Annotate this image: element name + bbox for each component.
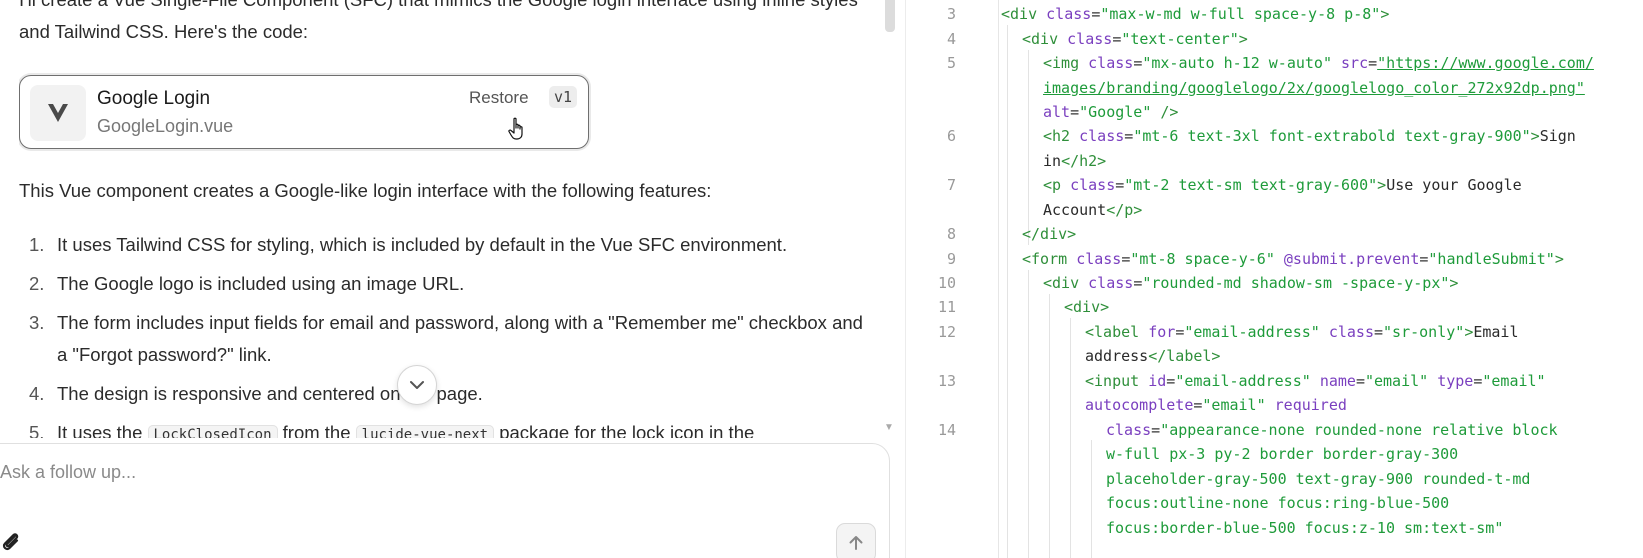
line-number: 10 xyxy=(937,274,956,292)
indent-guide xyxy=(1028,270,1029,558)
line-number: 4 xyxy=(946,30,956,48)
scroll-down-button[interactable] xyxy=(397,365,437,405)
send-button[interactable] xyxy=(836,523,876,558)
line-number: 5 xyxy=(946,54,956,72)
feature-list: 1. It uses Tailwind CSS for styling, whic… xyxy=(19,229,869,438)
code-line: alt="Google" /> xyxy=(1043,103,1179,121)
code-line: <img class="mx-auto h-12 w-auto" src="ht… xyxy=(1043,54,1594,72)
inline-code: LockClosedIcon xyxy=(147,425,278,438)
list-item: 2. The Google logo is included using an i… xyxy=(29,273,465,294)
artifact-card[interactable]: Google Login GoogleLogin.vue Restore v1 xyxy=(19,75,589,149)
code-line: placeholder-gray-500 text-gray-900 round… xyxy=(1106,470,1531,488)
line-number: 9 xyxy=(946,250,956,268)
code-editor[interactable]: 3 <div class="max-w-md w-full space-y-8 … xyxy=(905,0,1643,558)
features-intro: This Vue component creates a Google-like… xyxy=(19,180,712,201)
arrow-up-icon xyxy=(849,536,863,550)
code-line: <div class="text-center"> xyxy=(1022,30,1248,48)
restore-button[interactable]: Restore xyxy=(469,88,529,108)
list-item: 4. The design is responsive and centered … xyxy=(29,383,483,404)
line-number: 8 xyxy=(946,225,956,243)
code-line: Account</p> xyxy=(1043,201,1143,219)
code-line: <div class="rounded-md shadow-sm -space-… xyxy=(1043,274,1459,292)
line-number: 13 xyxy=(937,372,956,390)
code-line: <form class="mt-8 space-y-6" @submit.pre… xyxy=(1022,250,1564,268)
indent-guide xyxy=(1049,294,1050,558)
code-line: w-full px-3 py-2 border border-gray-300 xyxy=(1106,445,1459,463)
line-number: 6 xyxy=(946,127,956,145)
intro-paragraph: I'll create a Vue Single-File Component … xyxy=(19,0,858,42)
followup-input[interactable] xyxy=(0,457,700,487)
chat-scrollbar[interactable]: ▼ xyxy=(880,0,898,438)
paperclip-icon[interactable] xyxy=(0,530,20,557)
code-line: <p class="mt-2 text-sm text-gray-600">Us… xyxy=(1043,176,1522,194)
code-line: in</h2> xyxy=(1043,152,1107,170)
indent-guide xyxy=(1028,50,1029,245)
code-line: focus:border-blue-500 focus:z-10 sm:text… xyxy=(1106,519,1504,537)
artifact-filename: GoogleLogin.vue xyxy=(97,116,234,136)
indent-guide xyxy=(1091,440,1092,558)
code-line: <div class="max-w-md w-full space-y-8 p-… xyxy=(1001,5,1390,23)
scroll-thumb[interactable] xyxy=(885,0,895,32)
code-line: images/branding/googlelogo/2x/googlelogo… xyxy=(1043,79,1585,97)
code-line: address</label> xyxy=(1085,347,1221,365)
chat-pane: I'll create a Vue Single-File Component … xyxy=(0,0,900,558)
hand-pointer-icon xyxy=(508,117,526,146)
list-item: 1. It uses Tailwind CSS for styling, whic… xyxy=(29,234,788,255)
line-number: 14 xyxy=(937,421,956,439)
code-line: focus:outline-none focus:ring-blue-500 xyxy=(1106,494,1450,512)
version-badge: v1 xyxy=(549,86,578,108)
artifact-title: Google Login xyxy=(97,88,211,109)
line-number: 12 xyxy=(937,323,956,341)
gutter-separator xyxy=(998,0,999,558)
chat-messages: I'll create a Vue Single-File Component … xyxy=(19,0,879,438)
code-line: <h2 class="mt-6 text-3xl font-extrabold … xyxy=(1043,127,1576,145)
code-line: <input id="email-address" name="email" t… xyxy=(1085,372,1546,390)
scroll-down-arrow-icon[interactable]: ▼ xyxy=(884,422,894,433)
line-number: 7 xyxy=(946,176,956,194)
line-number: 11 xyxy=(937,298,956,316)
indent-guide xyxy=(1007,25,1008,558)
vue-logo-icon xyxy=(30,85,86,141)
code-line: <div> xyxy=(1064,298,1110,316)
list-item: 5. It uses the LockClosedIcon from the lu… xyxy=(19,417,869,438)
indent-guide xyxy=(1070,318,1071,558)
chevron-down-icon xyxy=(410,381,424,389)
list-item: 3. The form includes input fields for ema… xyxy=(29,312,863,365)
inline-code: lucide-vue-next xyxy=(355,425,495,438)
code-line: </div> xyxy=(1022,225,1077,243)
code-line: class="appearance-none rounded-none rela… xyxy=(1106,421,1558,439)
code-line: autocomplete="email" required xyxy=(1085,396,1347,414)
line-number: 3 xyxy=(946,5,956,23)
code-line: <label for="email-address" class="sr-onl… xyxy=(1085,323,1519,341)
